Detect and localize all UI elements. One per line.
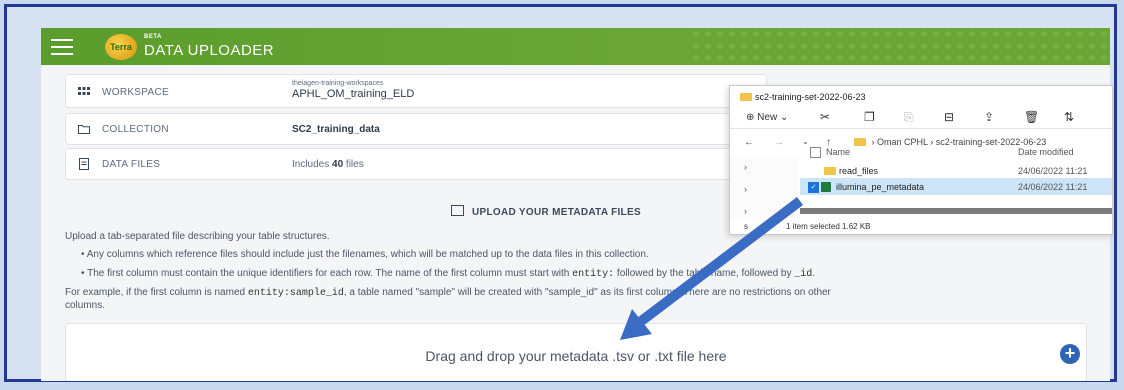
new-button[interactable]: ⊕ New ⌄ [746, 112, 788, 123]
workspace-namespace: theiagen-training-workspaces [292, 80, 384, 87]
folder-icon [824, 167, 836, 175]
screenshot-frame: Terra BETA DATA UPLOADER WORKSPACE theia… [4, 4, 1117, 382]
sort-icon[interactable]: ⇅ [1064, 110, 1074, 124]
collection-name: SC2_training_data [292, 124, 380, 135]
expand-icon[interactable]: › [744, 162, 747, 172]
collection-card[interactable]: COLLECTION SC2_training_data [65, 113, 767, 145]
grid-icon [78, 87, 90, 95]
breadcrumb[interactable]: › Oman CPHL › sc2-training-set-2022-06-2… [854, 137, 1046, 147]
folder-icon [740, 93, 752, 101]
example-text-cont: columns. [65, 300, 106, 311]
rename-icon[interactable]: ⊟ [944, 110, 954, 124]
file-name-illumina: illumina_pe_metadata [836, 182, 925, 192]
spreadsheet-icon [821, 182, 831, 192]
instruction-bullet-1: • Any columns which reference files shou… [81, 249, 649, 260]
terra-logo: Terra [105, 34, 137, 60]
workspace-card[interactable]: WORKSPACE theiagen-training-workspaces A… [65, 74, 767, 108]
upload-intro: Upload a tab-separated file describing y… [65, 231, 330, 242]
expand-icon[interactable]: › [744, 206, 747, 216]
instruction-bullet-2: • The first column must contain the uniq… [81, 268, 816, 280]
forward-icon[interactable]: → [774, 137, 784, 148]
file-date: 24/06/2022 11:21 [1018, 182, 1088, 192]
example-text: For example, if the first column is name… [65, 287, 831, 299]
cut-icon[interactable]: ✂ [820, 110, 830, 124]
app-title: DATA UPLOADER [144, 42, 275, 59]
data-files-card[interactable]: DATA FILES Includes 40 files [65, 148, 767, 180]
expand-icon[interactable]: › [744, 184, 747, 194]
navigation-pane: › › › [730, 158, 798, 218]
data-files-summary: Includes 40 files [292, 159, 364, 170]
delete-icon[interactable]: 🗑 [1024, 110, 1039, 124]
select-all-checkbox[interactable] [810, 147, 821, 158]
file-row-read-files[interactable]: read_files [824, 166, 1004, 176]
dropzone-text: Drag and drop your metadata .tsv or .txt… [425, 348, 727, 364]
share-icon[interactable]: ⇪ [984, 110, 994, 124]
explorer-title: sc2-training-set-2022-06-23 [740, 92, 1040, 102]
beta-badge: BETA [144, 34, 162, 40]
file-icon [79, 158, 89, 170]
menu-icon[interactable] [51, 39, 73, 55]
file-count: 40 [332, 159, 344, 170]
recent-icon[interactable]: ⌄ [802, 137, 809, 146]
file-explorer-window[interactable]: sc2-training-set-2022-06-23 ⊕ New ⌄ ✂ ❐ … [729, 85, 1113, 235]
back-icon[interactable]: ← [744, 137, 754, 148]
scrollbar[interactable] [800, 208, 1112, 214]
add-file-button[interactable]: + [1060, 344, 1080, 364]
upload-metadata-heading: UPLOAD YOUR METADATA FILES [451, 205, 641, 218]
paste-icon[interactable]: ⎘ [904, 110, 914, 125]
status-bar: s 1 item selected 1.62 KB [744, 222, 871, 231]
workspace-name: APHL_OM_training_ELD [292, 88, 415, 100]
folder-icon [78, 125, 90, 134]
top-bar: Terra BETA DATA UPLOADER [41, 28, 1110, 65]
metadata-dropzone[interactable]: Drag and drop your metadata .tsv or .txt… [65, 323, 1087, 381]
copy-icon[interactable]: ❐ [864, 110, 875, 124]
data-files-label: DATA FILES [102, 159, 161, 170]
date-column-header[interactable]: Date modified [1018, 147, 1108, 157]
file-checkbox[interactable]: ✓ [808, 182, 819, 193]
name-column-header[interactable]: Name [826, 147, 946, 157]
collection-label: COLLECTION [102, 124, 169, 135]
file-date: 24/06/2022 11:21 [1018, 166, 1088, 176]
selection-status: 1 item selected 1.62 KB [786, 222, 871, 231]
table-icon [451, 205, 464, 216]
workspace-label: WORKSPACE [102, 87, 169, 98]
